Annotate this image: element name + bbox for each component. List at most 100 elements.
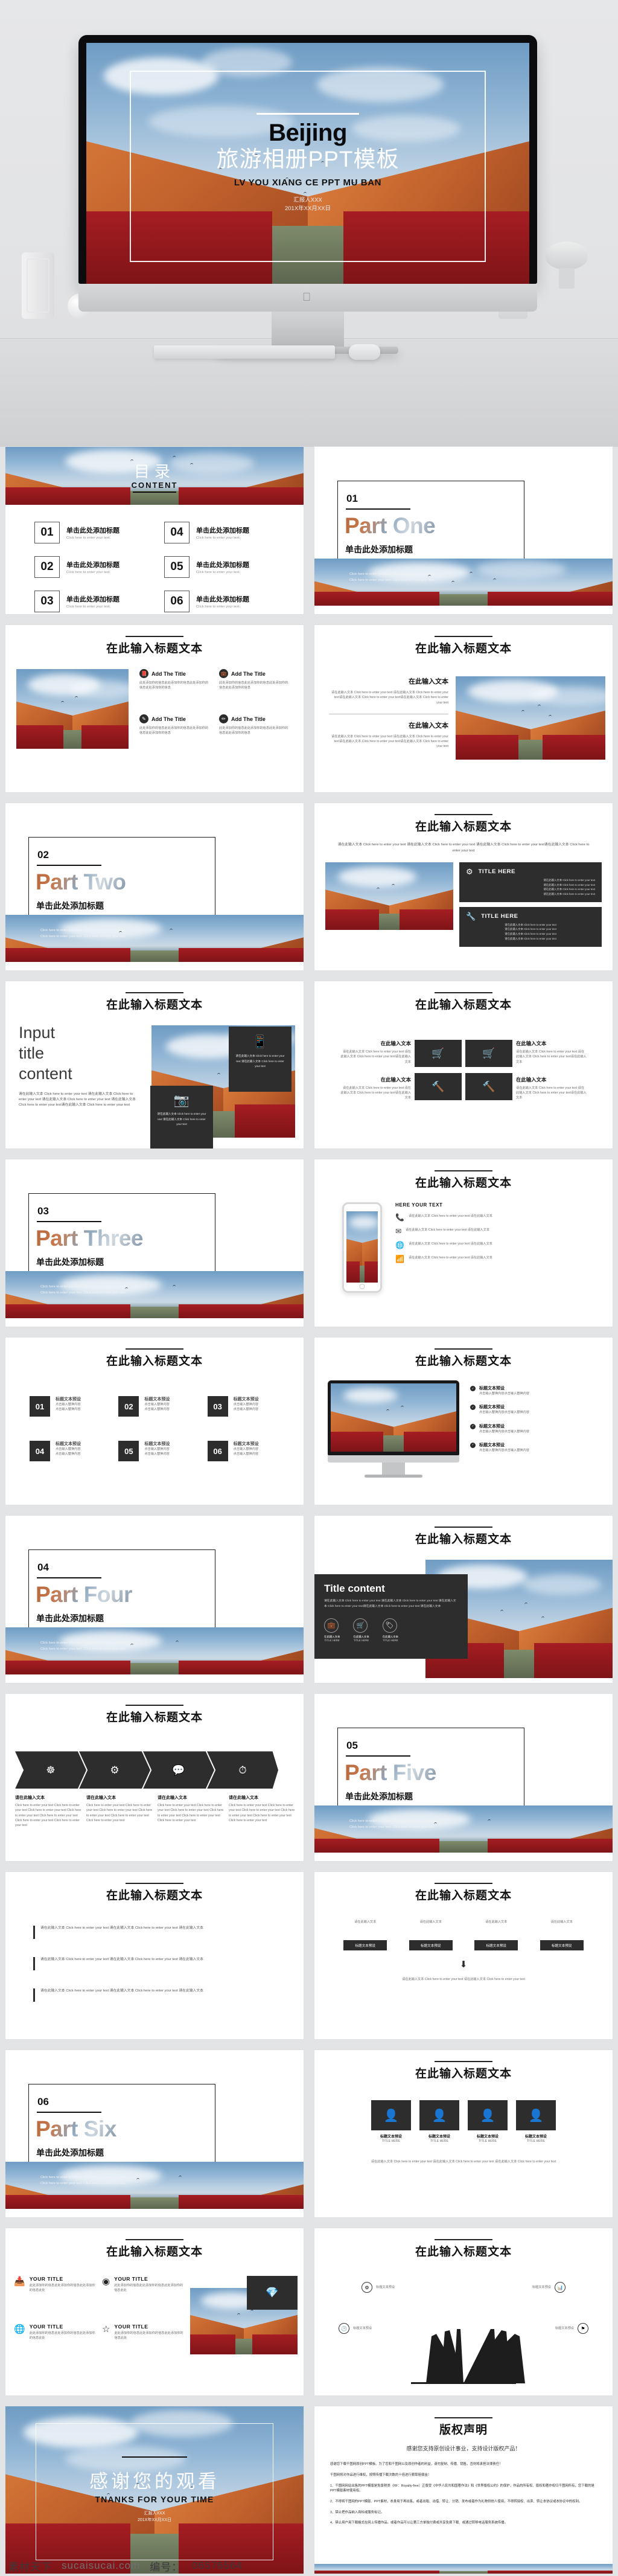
vase-decor — [22, 252, 54, 319]
slide-part-three[interactable]: 03 Part Three 单击此处添加标题 Click here to ent… — [5, 1159, 304, 1327]
number-badge: 02 — [118, 1396, 139, 1417]
list-item[interactable]: 04 标题文本预设 点击输入替换内容 点击输入替换内容 — [30, 1441, 110, 1462]
bullet-body: 请在此输入文本 Click here to enter your text 请在… — [40, 1958, 203, 1962]
eyebrow: HERE YOUR TEXT — [395, 1202, 443, 1208]
chevron-step[interactable]: 💬 — [143, 1751, 214, 1789]
list-item[interactable]: 03 标题文本预设 点击输入替换内容 点击输入替换内容 — [207, 1396, 288, 1417]
icon-tile[interactable]: 🛒 — [465, 1040, 512, 1068]
slide-your-title[interactable]: 在此输入标题文本 📥 YOUR TITLE 此处添加你的信息此处添加你的信息此处… — [5, 2228, 304, 2395]
keyboard-decor — [154, 345, 335, 359]
icon-item[interactable]: 🏷 在此输入文本 TITLE HERE — [382, 1618, 398, 1642]
chevron-step[interactable]: ⏱ — [207, 1751, 278, 1789]
list-item[interactable]: 05 单击此处添加标题 Click here to enter your tex… — [164, 556, 279, 578]
card-en: TITLE HERE — [479, 2139, 497, 2144]
icon-item[interactable]: 💼 在此输入文本 TITLE HERE — [324, 1618, 340, 1642]
slide-radial-nodes[interactable]: 在此输入标题文本 ⚙ 标题文本预设 📊 标题文本预设 🕐 标题文本预设 ⚑ 标题… — [314, 2228, 613, 2395]
tag-chip[interactable]: 标题文本预设 — [540, 1940, 584, 1951]
hierarchy-icon: ☸ — [46, 1764, 56, 1776]
list-item[interactable]: ✓ 标题文本预设 点击输入替换内容点击输入替换内容 — [470, 1404, 597, 1415]
list-item[interactable]: ✓ 标题文本预设 点击输入替换内容点击输入替换内容 — [470, 1423, 597, 1434]
list-item[interactable]: ☆ YOUR TITLE 此处添加你的信息此处添加你的信息此处添加你的信息此处 — [102, 2324, 184, 2354]
card[interactable]: 📱 请在此输入文本 Click here to enter your text … — [229, 1027, 291, 1092]
list-item[interactable]: 💼 Add The Title 此处添加你的信息此处添加你的信息此处添加你的信息… — [219, 669, 290, 703]
list-item[interactable]: 📕 Add The Title 此处添加你的信息此处添加你的信息此处添加你的信息… — [139, 669, 211, 703]
list-item[interactable]: 📞 请在此输入文本 Click here to enter your text … — [395, 1214, 596, 1221]
slide-copyright[interactable]: 版权声明 感谢您支持原创设计事业，支持设计版权产品！ 感谢您下载千图网原创PPT… — [314, 2406, 613, 2574]
slide-thank-you[interactable]: 感谢您的观看 TNANKS FOR YOUR TIME 汇报人XXX 201X年… — [5, 2406, 304, 2574]
icon-tile[interactable]: 🔨 — [415, 1073, 462, 1101]
list-item[interactable]: 📶 请在此输入文本 Click here to enter your text … — [395, 1255, 596, 1263]
list-item[interactable]: 请在此输入文本 Click here to enter your text 请在… — [33, 1926, 276, 1940]
slide-chevron-steps[interactable]: 在此输入标题文本 ☸ ⚙ 💬 ⏱ 请在此输入文本 Click here to e… — [5, 1694, 304, 1861]
slide-bullets[interactable]: 在此输入标题文本 请在此输入文本 Click here to enter you… — [5, 1872, 304, 2039]
list-item[interactable]: 04 单击此处添加标题 Click here to enter your tex… — [164, 522, 279, 543]
slide-part-one[interactable]: 01 Part One 单击此处添加标题 Click here to enter… — [314, 447, 613, 614]
list-item[interactable]: ✓ 标题文本预设 点击输入替换内容点击输入替换内容 — [470, 1385, 597, 1396]
slide-two-text[interactable]: 在此输入标题文本 在此输入文本 请在此输入文本 Click here to en… — [314, 625, 613, 792]
list-item[interactable]: 02 单击此处添加标题 Click here to enter your tex… — [34, 556, 150, 578]
list-item[interactable]: 06 单击此处添加标题 Click here to enter your tex… — [164, 591, 279, 612]
slide-part-six[interactable]: 06 Part Six 单击此处添加标题 Click here to enter… — [5, 2050, 304, 2217]
slide-title-content-panel[interactable]: 在此输入标题文本 Title content 请在此输入文本 Click her… — [314, 1516, 613, 1683]
card[interactable]: 🔧 TITLE HERE 请在此输入文本 Click here to enter… — [459, 906, 602, 947]
tag-chip[interactable]: 标题文本预设 — [343, 1940, 387, 1951]
tag-chip[interactable]: 标题文本预设 — [474, 1940, 518, 1951]
cell-title: 标题文本预设 — [144, 1442, 170, 1447]
list-item[interactable]: 06 标题文本预设 点击输入替换内容 点击输入替换内容 — [207, 1441, 288, 1462]
slide-people-cards[interactable]: 在此输入标题文本 👤 标题文本预设 TITLE HERE 👤 标题文本预设 TI… — [314, 2050, 613, 2217]
slide-imac-list[interactable]: 在此输入标题文本 ✓ 标题文本预设 点击输入替换内容点击输入替换内容 ✓ 标题文… — [314, 1338, 613, 1505]
slide-title-here[interactable]: 在此输入标题文本 请在此输入文本 Click here to enter you… — [314, 803, 613, 970]
slide-numbers[interactable]: 在此输入标题文本 01 标题文本预设 点击输入替换内容 点击输入替换内容 02 … — [5, 1338, 304, 1505]
list-item[interactable]: ◉ YOUR TITLE 此处添加你的信息此处添加你的信息此处添加你的信息此处 — [102, 2276, 184, 2307]
person-card[interactable]: 👤 标题文本预设 TITLE HERE — [371, 2100, 411, 2144]
tag-chip[interactable]: 标题文本预设 — [409, 1940, 453, 1951]
slide-input-title-content[interactable]: 在此输入标题文本 Input title content 请在此输入文本 Cli… — [5, 981, 304, 1149]
list-item[interactable]: 01 单击此处添加标题 Click here to enter your tex… — [34, 522, 150, 543]
list-item[interactable]: 03 单击此处添加标题 Click here to enter your tex… — [34, 591, 150, 612]
toc-sub: Click here to enter your text. — [196, 605, 241, 609]
item-sub: 点击输入替换内容点击输入替换内容 — [479, 1392, 530, 1396]
item-title: 标题文本预设 — [479, 1443, 505, 1447]
list-item[interactable]: ✏ Add The Title 此处添加你的信息此处添加你的信息此处添加你的信息… — [219, 714, 290, 749]
cart-icon: 🛒 — [432, 1048, 445, 1060]
chevron-step[interactable]: ☸ — [15, 1751, 86, 1789]
slide-four-icon-tiles[interactable]: 在此输入标题文本 在此输入文本 请在此输入文本 Click here to en… — [314, 981, 613, 1149]
funnel-line: 请在此输入文本 — [550, 1920, 573, 1924]
list-item[interactable]: 📥 YOUR TITLE 此处添加你的信息此处添加你的信息此处添加你的信息此处 — [14, 2276, 96, 2307]
list-item[interactable]: 🌐 请在此输入文本 Click here to enter your text … — [395, 1242, 596, 1249]
list-item[interactable]: 🌐 YOUR TITLE 此处添加你的信息此处添加你的信息此处添加你的信息此处 — [14, 2324, 96, 2354]
list-item[interactable]: 02 标题文本预设 点击输入替换内容 点击输入替换内容 — [118, 1396, 199, 1417]
person-card[interactable]: 👤 标题文本预设 TITLE HERE — [516, 2100, 556, 2144]
person-card[interactable]: 👤 标题文本预设 TITLE HERE — [468, 2100, 508, 2144]
slide-funnel-tags[interactable]: 在此输入标题文本 请在此输入文本 请在此输入文本 请在此输入文本 请在此输入文本… — [314, 1872, 613, 2039]
slide-part-five[interactable]: 05 Part Five 单击此处添加标题 Click here to ente… — [314, 1694, 613, 1861]
chevron-step[interactable]: ⚙ — [79, 1751, 150, 1789]
bullet-body: 请在此输入文本 Click here to enter your text 请在… — [40, 1926, 203, 1930]
slide-part-four[interactable]: 04 Part Four 单击此处添加标题 Click here to ente… — [5, 1516, 304, 1683]
icon-tile[interactable]: 🛒 — [415, 1040, 462, 1068]
list-item[interactable]: 请在此输入文本 Click here to enter your text 请在… — [33, 1988, 276, 2002]
list-item[interactable]: ✉ 请在此输入文本 Click here to enter your text … — [395, 1228, 596, 1235]
item-sub: 点击输入替换内容点击输入替换内容 — [479, 1448, 530, 1452]
list-item[interactable]: ✓ 标题文本预设 点击输入替换内容点击输入替换内容 — [470, 1442, 597, 1453]
icon-item[interactable]: 🛒 在此输入文本 TITLE HERE — [353, 1618, 369, 1642]
slide-add-the-title[interactable]: 在此输入标题文本 📕 Add The Title 此处添加你的信息此处添加你的信… — [5, 625, 304, 792]
card[interactable]: 📷 请在此输入文本 Click here to enter your text … — [150, 1086, 213, 1149]
copyright-paragraph: 感谢您下载千图网原创PPT模板。为了您和千图网以及原创作者的利益，请勿复制、传播… — [330, 2462, 503, 2467]
arrow-down-icon: ⬇ — [459, 1959, 468, 1970]
title-content-card[interactable]: Title content 请在此输入文本 Click here to ente… — [314, 1574, 468, 1659]
list-item[interactable]: ✎ Add The Title 此处添加你的信息此处添加你的信息此处添加你的信息… — [139, 714, 211, 749]
list-item[interactable]: 01 标题文本预设 点击输入替换内容 点击输入替换内容 — [30, 1396, 110, 1417]
list-item[interactable]: 05 标题文本预设 点击输入替换内容 点击输入替换内容 — [118, 1441, 199, 1462]
person-card[interactable]: 👤 标题文本预设 TITLE HERE — [419, 2100, 459, 2144]
card[interactable]: ⚙ TITLE HERE 请在此输入文本 Click here to enter… — [459, 862, 602, 902]
wrench-icon: 🔧 — [466, 911, 476, 921]
slide-toc[interactable]: 目录 CONTENT 01 单击此处添加标题 Click here to ent… — [5, 447, 304, 614]
step-heading: 请在此输入文本 — [158, 1796, 187, 1801]
list-item[interactable]: 请在此输入文本 Click here to enter your text 请在… — [33, 1957, 276, 1971]
icon-tile[interactable]: 🔨 — [465, 1073, 512, 1101]
slide-phone-list[interactable]: 在此输入标题文本 HERE YOUR TEXT 📞 请在此输入文本 Click … — [314, 1159, 613, 1327]
page-title: 在此输入标题文本 — [415, 1177, 512, 1190]
slide-part-two[interactable]: 02 Part Two 单击此处添加标题 Click here to enter… — [5, 803, 304, 970]
cell-line: 点击输入替换内容 — [56, 1403, 81, 1407]
